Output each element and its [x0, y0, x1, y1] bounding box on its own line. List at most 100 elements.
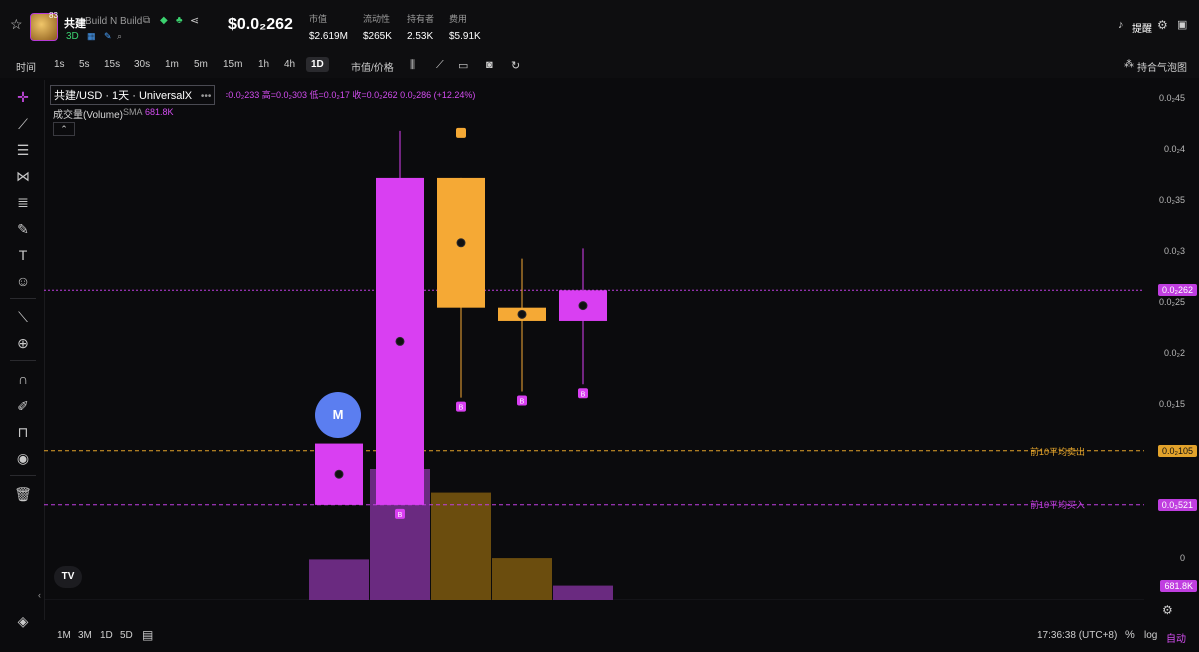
- interval-1d[interactable]: 1D: [306, 57, 329, 72]
- price-tick: 0.0₂45: [1158, 93, 1185, 103]
- eye-icon[interactable]: ◉: [14, 449, 32, 467]
- zoom-icon[interactable]: ⊕: [14, 334, 32, 352]
- volume-bar: [309, 559, 369, 600]
- interval-15m[interactable]: 15m: [223, 59, 242, 70]
- ruler-icon[interactable]: ⟍: [14, 308, 32, 326]
- buy-marker-label: B: [459, 405, 464, 412]
- stat-holders: 持有者 2.53K: [407, 14, 435, 42]
- price-chart[interactable]: BBBB 04/0704/0804/0904/1004/1104/1204/13…: [38, 80, 1144, 600]
- bubble-icon[interactable]: ⁂: [1124, 59, 1134, 70]
- leaf-icon: ♣: [176, 15, 183, 26]
- sell-marker: [456, 127, 466, 138]
- collapse-legend-button[interactable]: ⌃: [53, 122, 75, 136]
- alert-button[interactable]: 提醒: [1132, 20, 1152, 35]
- text-icon[interactable]: T: [14, 246, 32, 264]
- mcap-price-toggle[interactable]: 市值/价格: [351, 59, 394, 74]
- buy-marker-label: B: [520, 398, 525, 405]
- share-icon[interactable]: ⋖: [190, 14, 199, 27]
- trend-line-icon[interactable]: ⟋: [14, 115, 32, 133]
- avg-sell-badge: 0.0₂105: [1157, 445, 1197, 457]
- symbol-legend[interactable]: 共建/USD · 1天 · UniversalX •••: [50, 85, 216, 105]
- scroll-left-icon[interactable]: ‹: [38, 590, 41, 600]
- range-3m[interactable]: 3M: [78, 630, 92, 641]
- tradingview-logo[interactable]: TV: [54, 566, 82, 588]
- token-price: $0.0₂262: [228, 16, 293, 33]
- interval-15s[interactable]: 15s: [104, 59, 120, 70]
- bubble-chart-button[interactable]: 持合气泡图: [1137, 59, 1187, 74]
- emoji-icon[interactable]: ☺: [14, 272, 32, 290]
- lock-draw-icon[interactable]: ✐: [14, 397, 32, 415]
- sma-label: SMA: [123, 107, 143, 117]
- volume-label: 成交量(Volume): [53, 110, 124, 121]
- camera-icon[interactable]: ◙: [486, 59, 493, 71]
- fib-icon[interactable]: ≣: [14, 193, 32, 211]
- token-rank-badge: 83: [49, 11, 58, 20]
- interval-1m[interactable]: 1m: [165, 59, 179, 70]
- interval-30s[interactable]: 30s: [134, 59, 150, 70]
- indicators-icon[interactable]: ⟋: [436, 59, 444, 72]
- crosshair-icon[interactable]: ✛: [14, 88, 32, 106]
- chart-icon[interactable]: ▦: [87, 31, 96, 42]
- divider: [10, 360, 36, 361]
- horizontal-lines-icon[interactable]: ☰: [14, 141, 32, 159]
- interval-4h[interactable]: 4h: [284, 59, 295, 70]
- token-name: 共建: [64, 18, 86, 30]
- time-label: 时间: [16, 63, 36, 74]
- divider: [10, 475, 36, 476]
- volume-bar: [431, 492, 491, 600]
- trade-dot: [517, 309, 527, 319]
- price-tick: 0.0₂3: [1163, 246, 1185, 256]
- search-icon[interactable]: ⌕: [117, 31, 122, 42]
- edit-icon[interactable]: ✎: [104, 31, 112, 42]
- goto-date-icon[interactable]: ▤: [142, 628, 153, 642]
- interval-1s[interactable]: 1s: [54, 59, 65, 70]
- layers-icon[interactable]: ◈: [14, 612, 32, 630]
- more-icon[interactable]: •••: [201, 91, 212, 102]
- chart-toolbar: 时间 1s 5s 15s 30s 1m 5m 15m 1h 4h 1D 市值/价…: [0, 54, 1199, 78]
- lock-icon[interactable]: ⊓: [14, 423, 32, 441]
- magnet-icon[interactable]: ∩: [14, 370, 32, 388]
- range-1m[interactable]: 1M: [57, 630, 71, 641]
- axis-settings-icon[interactable]: ⚙: [1162, 603, 1173, 617]
- auto-toggle[interactable]: 自动: [1166, 630, 1186, 645]
- price-tick: 0.0₂25: [1158, 297, 1185, 307]
- refresh-icon[interactable]: ↻: [511, 59, 520, 72]
- pattern-icon[interactable]: ⋈: [14, 167, 32, 185]
- interval-5m[interactable]: 5m: [194, 59, 208, 70]
- trash-icon[interactable]: 🗑: [14, 485, 32, 503]
- sma-value: 681.8K: [145, 107, 174, 117]
- age-badge: 3D: [66, 31, 79, 42]
- brush-icon[interactable]: ✎: [14, 220, 32, 238]
- token-full-name: Build N Build: [85, 16, 143, 27]
- bell-icon[interactable]: ♪: [1118, 19, 1124, 31]
- avg-sell-label: 前10平均卖出: [1030, 447, 1086, 457]
- log-toggle[interactable]: log: [1144, 630, 1157, 641]
- percent-toggle[interactable]: %: [1125, 629, 1135, 641]
- chart-canvas[interactable]: BBBB 04/0704/0804/0904/1004/1104/1204/13…: [44, 80, 1144, 600]
- range-5d[interactable]: 5D: [120, 630, 133, 641]
- price-tick: 0: [1179, 553, 1185, 563]
- template-icon[interactable]: ▭: [458, 59, 468, 72]
- avg-buy-badge: 0.0₃521: [1157, 499, 1197, 511]
- range-1d[interactable]: 1D: [100, 630, 113, 641]
- price-tick: 0.0₂15: [1158, 399, 1185, 409]
- m-marker[interactable]: M: [315, 392, 361, 438]
- fullscreen-icon[interactable]: ▣: [1177, 18, 1187, 31]
- trade-dot: [578, 301, 588, 311]
- stat-market-cap: 市值 $2.619M: [309, 14, 348, 42]
- candle-type-icon[interactable]: ⫼: [410, 59, 415, 72]
- star-icon[interactable]: ☆: [10, 16, 23, 33]
- copy-icon[interactable]: ⧉: [143, 15, 150, 26]
- bottom-bar: 1M 3M 1D 5D ▤ 17:36:38 (UTC+8) % log 自动: [44, 620, 1199, 652]
- trade-dot: [334, 469, 344, 479]
- interval-1h[interactable]: 1h: [258, 59, 269, 70]
- symbol-label: 共建/USD · 1天 · UniversalX: [54, 90, 193, 102]
- interval-5s[interactable]: 5s: [79, 59, 90, 70]
- avg-buy-label: 前10平均买入: [1030, 500, 1086, 510]
- settings-icon[interactable]: ⚙: [1157, 18, 1168, 32]
- price-axis[interactable]: 0.0₂45 0.0₂4 0.0₂35 0.0₂3 0.0₂25 0.0₂2 0…: [1144, 80, 1199, 617]
- volume-bar: [492, 558, 552, 600]
- trade-dot: [456, 238, 466, 248]
- stat-liquidity: 流动性 $265K: [363, 14, 392, 42]
- shield-icon: ◆: [160, 15, 168, 26]
